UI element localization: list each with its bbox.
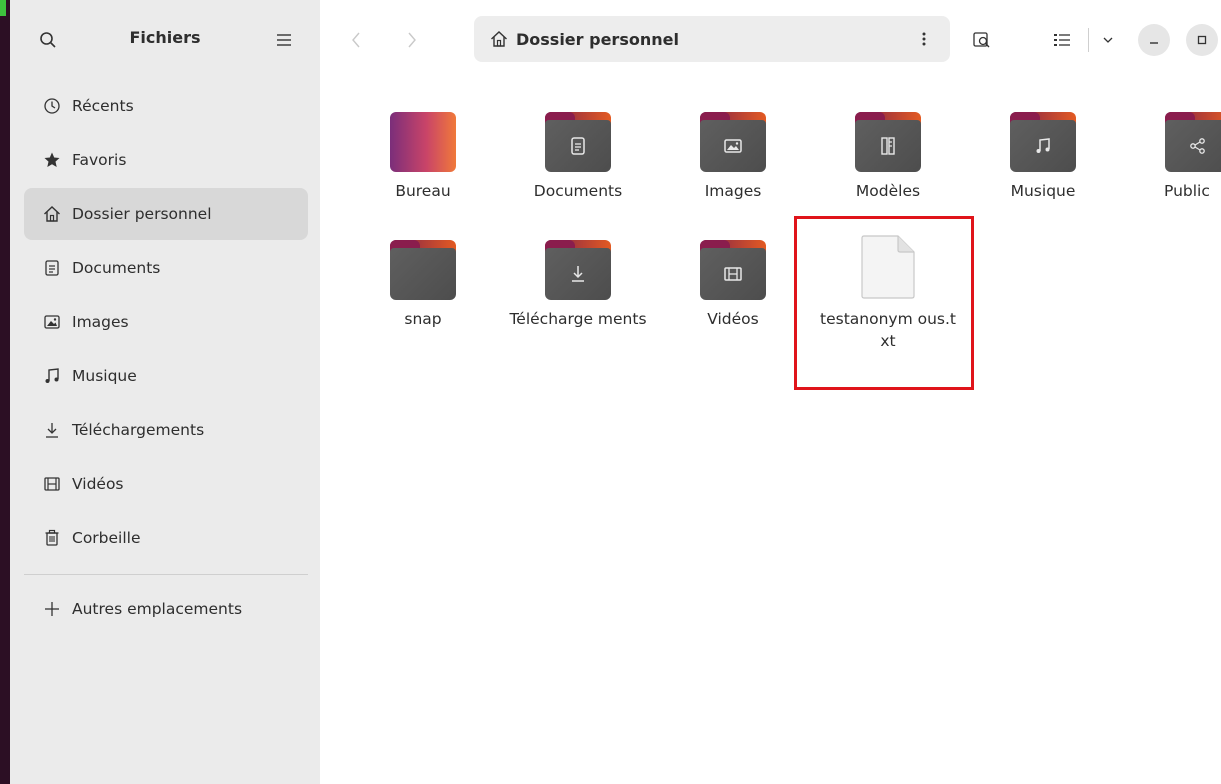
search-icon [40, 32, 56, 48]
download-icon [42, 420, 62, 440]
search-button[interactable] [32, 24, 64, 56]
folder-item[interactable]: snap [353, 240, 493, 330]
item-label: Images [704, 182, 762, 200]
item-label: Modèles [855, 182, 921, 200]
path-current-folder: Dossier personnel [516, 29, 679, 49]
sidebar-item-documents[interactable]: Documents [24, 242, 308, 294]
sidebar-item-recents[interactable]: Récents [24, 80, 308, 132]
folder-item[interactable]: Public [1128, 112, 1221, 202]
documents-folder-icon [545, 112, 611, 172]
hamburger-icon [277, 34, 291, 46]
item-label: Public [1164, 182, 1210, 200]
clock-icon [42, 96, 62, 116]
music-icon [42, 366, 62, 386]
film-icon [42, 474, 62, 494]
film-icon [722, 263, 744, 285]
folder-item[interactable]: Musique [973, 112, 1113, 202]
path-menu-button[interactable] [912, 26, 936, 52]
image-icon [42, 312, 62, 332]
sidebar-item-label: Récents [72, 97, 134, 115]
item-label: snap [404, 310, 442, 328]
minimize-button[interactable] [1138, 24, 1170, 56]
sidebar-item-music[interactable]: Musique [24, 350, 308, 402]
folder-item[interactable]: Modèles [818, 112, 958, 202]
item-label: Documents [533, 182, 623, 200]
sidebar-item-videos[interactable]: Vidéos [24, 458, 308, 510]
sidebar-item-label: Téléchargements [72, 421, 205, 439]
sidebar-item-label: Musique [72, 367, 137, 385]
folder-item[interactable]: Vidéos [663, 240, 803, 330]
home-icon [42, 204, 62, 224]
share-icon [1187, 135, 1209, 157]
sidebar-header: Fichiers [10, 0, 320, 80]
file-manager-window: Fichiers Récents Favoris Dossier personn… [10, 0, 1221, 784]
sidebar: Fichiers Récents Favoris Dossier personn… [10, 0, 320, 784]
folder-search-icon [973, 32, 990, 48]
image-icon [722, 135, 744, 157]
sidebar-item-label: Images [72, 313, 129, 331]
places-list: Récents Favoris Dossier personnel Docume… [24, 80, 308, 637]
chevron-left-icon [352, 32, 360, 48]
sidebar-item-images[interactable]: Images [24, 296, 308, 348]
snap-folder-icon [390, 240, 456, 300]
maximize-button[interactable] [1186, 24, 1218, 56]
chevron-down-icon [1103, 37, 1113, 43]
chevron-right-icon [408, 32, 416, 48]
folder-item[interactable]: Images [663, 112, 803, 202]
sidebar-divider [24, 574, 308, 575]
selection-highlight [794, 216, 974, 390]
item-label: Bureau [395, 182, 451, 200]
folder-item[interactable]: Bureau [353, 112, 493, 202]
sidebar-item-label: Documents [72, 259, 161, 277]
folder-item[interactable]: Télécharge ments [508, 240, 648, 330]
document-icon [42, 258, 62, 278]
document-icon [567, 135, 589, 157]
music-icon [1032, 135, 1054, 157]
sidebar-item-label: Vidéos [72, 475, 124, 493]
download-icon [567, 263, 589, 285]
item-label: Télécharge ments [509, 310, 647, 328]
sidebar-item-home[interactable]: Dossier personnel [24, 188, 308, 240]
template-icon [877, 135, 899, 157]
app-title: Fichiers [129, 28, 201, 47]
list-view-icon [1054, 34, 1070, 46]
music-folder-icon [1010, 112, 1076, 172]
main-menu-button[interactable] [268, 24, 300, 56]
sidebar-item-favorites[interactable]: Favoris [24, 134, 308, 186]
maximize-icon [1197, 35, 1207, 45]
view-list-button[interactable] [1046, 24, 1078, 56]
item-label: Musique [1010, 182, 1076, 200]
sidebar-item-label: Favoris [72, 151, 127, 169]
back-button[interactable] [340, 24, 372, 56]
videos-folder-icon [700, 240, 766, 300]
search-folder-button[interactable] [966, 24, 998, 56]
header-bar: Dossier personnel [320, 0, 1221, 80]
trash-icon [42, 528, 62, 548]
downloads-folder-icon [545, 240, 611, 300]
sidebar-item-label: Corbeille [72, 529, 141, 547]
view-options-dropdown[interactable] [1092, 24, 1124, 56]
public-folder-icon [1165, 112, 1221, 172]
images-folder-icon [700, 112, 766, 172]
star-icon [42, 150, 62, 170]
item-label: Vidéos [707, 310, 759, 328]
sidebar-item-label: Dossier personnel [72, 205, 212, 223]
folder-item[interactable]: Documents [508, 112, 648, 202]
sidebar-item-downloads[interactable]: Téléchargements [24, 404, 308, 456]
toolbar-separator [1088, 28, 1089, 52]
vertical-dots-icon [922, 32, 926, 46]
forward-button[interactable] [396, 24, 428, 56]
sidebar-item-other-locations[interactable]: Autres emplacements [24, 583, 308, 635]
sidebar-item-trash[interactable]: Corbeille [24, 512, 308, 564]
file-grid: Bureau Documents Images Modèles Musique [320, 80, 1221, 784]
desktop-indicator [0, 0, 6, 16]
home-icon [491, 31, 507, 47]
sidebar-item-label: Autres emplacements [72, 600, 243, 618]
minimize-icon [1150, 42, 1158, 44]
path-bar[interactable]: Dossier personnel [474, 16, 950, 62]
plus-icon [42, 599, 62, 619]
desktop-folder-icon [390, 112, 456, 172]
desktop-background [0, 0, 10, 784]
templates-folder-icon [855, 112, 921, 172]
